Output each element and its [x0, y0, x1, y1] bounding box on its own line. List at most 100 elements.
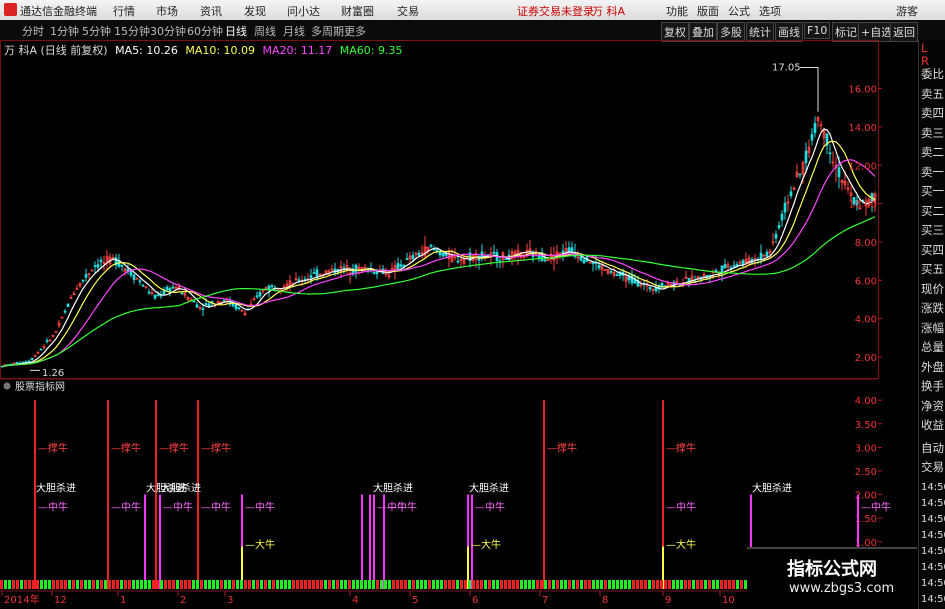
- candle-body: [537, 255, 541, 259]
- menu-item-formula[interactable]: 公式: [728, 3, 750, 19]
- menu-item-assistant[interactable]: 问小达: [287, 3, 320, 19]
- candle-body: [591, 262, 595, 264]
- sidebar-time[interactable]: 14:50: [921, 482, 945, 493]
- sidebar-item[interactable]: 买三: [921, 222, 944, 238]
- multi-stock-button[interactable]: 多股: [717, 22, 745, 42]
- signal-strip-cell: [676, 580, 679, 589]
- mark-button[interactable]: 标记: [832, 22, 860, 42]
- mid-bull-label: —中牛: [245, 500, 275, 513]
- overlay-button[interactable]: 叠加: [689, 22, 717, 42]
- candle-body: [165, 286, 169, 291]
- f10-button[interactable]: F10: [804, 22, 831, 39]
- menu-item-wealth[interactable]: 财富圈: [341, 3, 374, 19]
- signal-strip-cell: [84, 580, 87, 589]
- signal-strip-cell: [364, 580, 367, 589]
- candle-body: [813, 123, 817, 134]
- signal-strip-cell: [248, 580, 251, 589]
- menu-item-options[interactable]: 选项: [759, 3, 781, 19]
- sidebar-item[interactable]: 买四: [921, 242, 944, 258]
- sidebar-time[interactable]: 14:50: [921, 546, 945, 557]
- signal-strip-cell: [0, 580, 3, 589]
- sidebar-item[interactable]: 卖三: [921, 125, 944, 141]
- candle-body: [765, 251, 769, 257]
- candle-body: [597, 265, 601, 269]
- period-intraday[interactable]: 分时: [22, 23, 44, 39]
- signal-strip-cell: [700, 580, 703, 589]
- signal-strip-cell: [24, 580, 27, 589]
- login-warning[interactable]: 证券交易未登录: [517, 3, 594, 19]
- signal-strip-cell: [568, 580, 571, 589]
- sidebar-item[interactable]: 现价: [921, 281, 944, 297]
- menu-item-layout[interactable]: 版面: [697, 3, 719, 19]
- period-daily[interactable]: 日线: [225, 23, 247, 39]
- candle-body: [309, 275, 313, 279]
- candle-body: [39, 348, 43, 351]
- sidebar-item[interactable]: 收益: [921, 417, 944, 433]
- signal-strip-cell: [496, 580, 499, 589]
- adjust-button[interactable]: 复权: [661, 22, 689, 42]
- signal-strip-cell: [720, 580, 723, 589]
- time-tick-label: 3: [227, 595, 233, 606]
- sidebar-item[interactable]: 卖二: [921, 144, 944, 160]
- menu-item-trade[interactable]: 交易: [397, 3, 419, 19]
- sidebar-label-l[interactable]: L: [921, 41, 927, 55]
- sidebar-item[interactable]: 卖四: [921, 105, 944, 121]
- stop-bull-label: —撑牛: [159, 441, 189, 454]
- user-guest[interactable]: 游客: [896, 3, 918, 19]
- sidebar-item[interactable]: 卖一: [921, 164, 944, 180]
- sidebar-item[interactable]: 交易: [921, 459, 944, 475]
- sidebar-time[interactable]: 14:50: [921, 514, 945, 525]
- sidebar-item[interactable]: 总量: [921, 339, 944, 355]
- period-60min[interactable]: 60分钟: [187, 23, 223, 39]
- candle-body: [315, 269, 319, 278]
- period-monthly[interactable]: 月线: [283, 23, 305, 39]
- menu-item-discover[interactable]: 发现: [244, 3, 266, 19]
- sidebar-item[interactable]: 买五: [921, 261, 944, 277]
- back-button[interactable]: 返回: [890, 22, 918, 42]
- menu-item-function[interactable]: 功能: [666, 3, 688, 19]
- sidebar-item[interactable]: 净资: [921, 398, 944, 414]
- period-weekly[interactable]: 周线: [254, 23, 276, 39]
- menu-item-market[interactable]: 市场: [156, 3, 178, 19]
- signal-strip-cell: [320, 580, 323, 589]
- candle-body: [741, 260, 745, 266]
- sidebar-item[interactable]: 自动: [921, 440, 944, 456]
- candle-body: [759, 252, 763, 260]
- stats-button[interactable]: 统计: [746, 22, 774, 42]
- period-15min[interactable]: 15分钟: [114, 23, 150, 39]
- stock-chart[interactable]: 17.051.26 股票指标网1.001.502.002.503.003.504…: [0, 40, 918, 609]
- sidebar-time[interactable]: 14:50: [921, 562, 945, 573]
- signal-strip-cell: [176, 580, 179, 589]
- sidebar-item[interactable]: 涨幅: [921, 320, 944, 336]
- sidebar-time[interactable]: 14:50: [921, 578, 945, 589]
- sidebar-item[interactable]: 买一: [921, 183, 944, 199]
- big-bull-label: —大牛: [245, 538, 275, 551]
- sidebar-item[interactable]: 委比: [921, 66, 944, 82]
- candle-body: [804, 150, 808, 164]
- period-1min[interactable]: 1分钟: [50, 23, 79, 39]
- ma5-line: [1, 128, 876, 368]
- candle-body: [570, 247, 574, 253]
- menu-item-news[interactable]: 资讯: [200, 3, 222, 19]
- signal-strip-cell: [632, 580, 635, 589]
- period-multi[interactable]: 多周期: [311, 23, 344, 39]
- menu-item-quotes[interactable]: 行情: [113, 3, 135, 19]
- signal-strip-cell: [460, 580, 463, 589]
- period-more[interactable]: 更多: [344, 23, 366, 39]
- sidebar-time[interactable]: 14:50: [921, 594, 945, 605]
- signal-strip-cell: [32, 580, 35, 589]
- draw-button[interactable]: 画线: [775, 22, 803, 42]
- signal-strip-cell: [224, 580, 227, 589]
- sidebar-item[interactable]: 外盘: [921, 359, 944, 375]
- period-30min[interactable]: 30分钟: [150, 23, 186, 39]
- signal-strip-cell: [112, 580, 115, 589]
- signal-strip-cell: [264, 580, 267, 589]
- period-5min[interactable]: 5分钟: [82, 23, 111, 39]
- candle-body: [138, 280, 142, 283]
- sidebar-item[interactable]: 换手: [921, 378, 944, 394]
- sidebar-time[interactable]: 14:50: [921, 530, 945, 541]
- sidebar-item[interactable]: 卖五: [921, 86, 944, 102]
- sidebar-item[interactable]: 买二: [921, 203, 944, 219]
- sidebar-time[interactable]: 14:50: [921, 498, 945, 509]
- sidebar-item[interactable]: 涨跌: [921, 300, 944, 316]
